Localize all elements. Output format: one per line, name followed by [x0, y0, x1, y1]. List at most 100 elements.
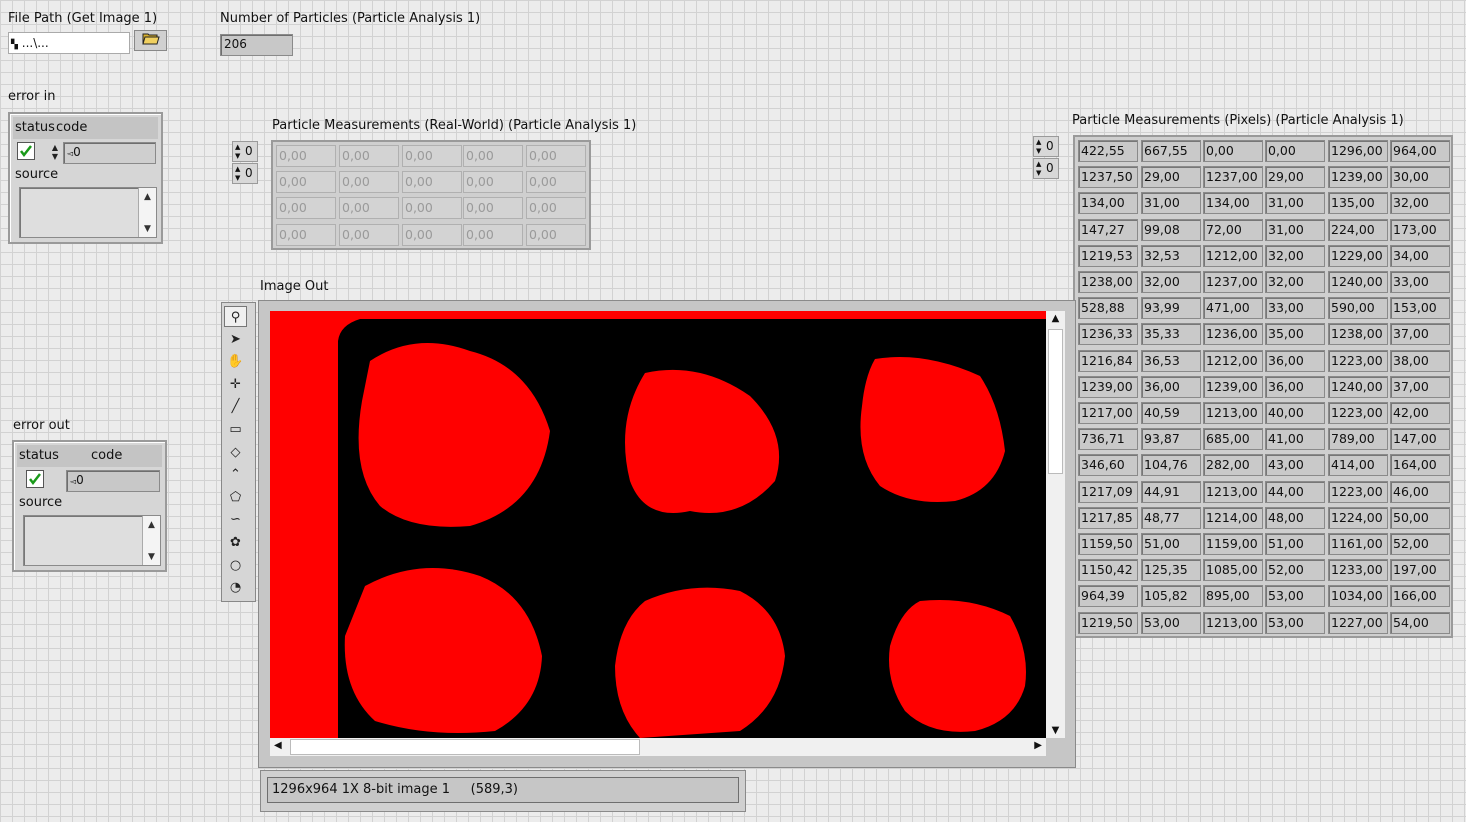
error-in-status-checkbox[interactable] [17, 142, 35, 160]
pixels-cell: 173,00 [1390, 218, 1450, 241]
real_world-cell: 0,00 [276, 171, 336, 194]
scroll-left-icon[interactable]: ◀ [274, 740, 282, 751]
pixels-col-index[interactable]: ▲ ▼ 0 [1033, 158, 1059, 179]
real_world-cell: 0,00 [463, 197, 523, 220]
image-canvas[interactable] [270, 311, 1046, 738]
real_world-cell: 0,00 [526, 223, 586, 246]
real_world-cell: 0,00 [463, 145, 523, 167]
pixels-row-index[interactable]: ▲ ▼ 0 [1033, 136, 1059, 157]
pixels-cell: 964,00 [1390, 140, 1450, 162]
scroll-thumb[interactable] [1048, 329, 1063, 474]
error-out-code-field: ◅0 [66, 470, 160, 492]
error-in-source-field[interactable]: ▲ ▼ [19, 187, 157, 238]
pixels-cell: 685,00 [1203, 428, 1263, 451]
pixels-cell: 32,53 [1141, 244, 1201, 267]
pixels-cell: 147,00 [1390, 428, 1450, 451]
line-icon[interactable]: ╱ [224, 396, 247, 417]
scroll-thumb[interactable] [290, 739, 640, 755]
pixels-cell: 1085,00 [1203, 559, 1263, 582]
pixels-cell: 41,00 [1265, 428, 1325, 451]
pixels-cell: 282,00 [1203, 454, 1263, 477]
scroll-up-icon[interactable]: ▲ [143, 518, 160, 532]
pan-icon[interactable]: ✋ [224, 351, 247, 372]
pixels-cell: 1213,00 [1203, 611, 1263, 634]
error-in-code-field[interactable]: ◅0 [63, 142, 156, 164]
real_world-cell: 0,00 [526, 145, 586, 167]
pixels-cell: 1150,42 [1078, 559, 1138, 582]
pixels-cell: 134,00 [1078, 192, 1138, 215]
error-out-cluster: status code ◅0 source ▲ ▼ [12, 440, 167, 572]
error-in-code-stepper[interactable]: ▲ ▼ [51, 143, 59, 161]
error-in-source-label: source [15, 167, 59, 182]
pixels-cell: 471,00 [1203, 297, 1263, 320]
scroll-right-icon[interactable]: ▶ [1034, 740, 1042, 751]
error-out-code-label: code [91, 448, 123, 463]
pixels-cell: 40,59 [1141, 402, 1201, 424]
pointer-icon[interactable]: ➤ [224, 329, 247, 350]
image-hscroll[interactable]: ◀ ▶ [270, 738, 1046, 756]
polyline-icon[interactable]: ⌃ [224, 464, 247, 485]
rotated-rect-icon[interactable]: ◇ [224, 442, 247, 463]
pixels-cell: 44,91 [1141, 480, 1201, 503]
pixels-cell: 1236,33 [1078, 323, 1138, 346]
scroll-down-icon[interactable]: ▼ [1046, 725, 1065, 736]
real_world-cell: 0,00 [339, 171, 399, 194]
scroll-up-icon[interactable]: ▲ [139, 190, 156, 204]
pixels-cell: 33,00 [1390, 271, 1450, 293]
pixels-cell: 1219,50 [1078, 611, 1138, 634]
pixels-label: Particle Measurements (Pixels) (Particle… [1072, 113, 1404, 128]
error-out-label: error out [13, 418, 70, 433]
freehand-region-icon[interactable]: ✿ [224, 532, 247, 553]
pixels-cell: 125,35 [1141, 559, 1201, 582]
freehand-icon[interactable]: ∽ [224, 509, 247, 530]
pixels-cell: 44,00 [1265, 480, 1325, 503]
pixels-cell: 1159,00 [1203, 533, 1263, 555]
pixels-cell: 1238,00 [1328, 323, 1388, 346]
source-scrollbar[interactable]: ▲ ▼ [142, 516, 160, 565]
pixels-cell: 134,00 [1203, 192, 1263, 215]
pixels-cell: 1238,00 [1078, 271, 1138, 293]
file-path-input[interactable]: ▚ ...\... [8, 32, 130, 54]
scroll-up-icon[interactable]: ▲ [1046, 313, 1065, 324]
pixels-cell: 1233,00 [1328, 559, 1388, 582]
pixels-cell: 166,00 [1390, 585, 1450, 608]
pixels-cell: 72,00 [1203, 218, 1263, 241]
scroll-down-icon[interactable]: ▼ [143, 550, 160, 564]
pixels-cell: 40,00 [1265, 402, 1325, 424]
real-world-col-index[interactable]: ▲ ▼ 0 [232, 163, 258, 184]
pixels-cell: 31,00 [1141, 192, 1201, 215]
image-vscroll[interactable]: ▲ ▼ [1046, 311, 1065, 738]
pixels-cell: 37,00 [1390, 375, 1450, 398]
pixels-cell: 590,00 [1328, 297, 1388, 320]
pixels-cell: 1161,00 [1328, 533, 1388, 555]
real_world-cell: 0,00 [402, 197, 462, 220]
pixels-cell: 1217,85 [1078, 506, 1138, 529]
pixels-cell: 1237,50 [1078, 166, 1138, 189]
point-icon[interactable]: ✛ [224, 374, 247, 395]
pixels-cell: 48,00 [1265, 506, 1325, 529]
pixels-cell: 1217,00 [1078, 402, 1138, 424]
pixels-cell: 31,00 [1265, 192, 1325, 215]
checkmark-icon [20, 145, 32, 158]
real_world-cell: 0,00 [463, 223, 523, 246]
real-world-row-index[interactable]: ▲ ▼ 0 [232, 141, 258, 162]
pixels-cell: 36,00 [1265, 349, 1325, 372]
browse-button[interactable] [134, 30, 167, 51]
pixels-cell: 54,00 [1390, 611, 1450, 634]
polygon-icon[interactable]: ⬠ [224, 487, 247, 508]
pixels-cell: 38,00 [1390, 349, 1450, 372]
pixels-cell: 33,00 [1265, 297, 1325, 320]
zoom-icon[interactable]: ⚲ [224, 306, 247, 327]
pixels-cell: 1237,00 [1203, 166, 1263, 189]
pixels-cell: 93,87 [1141, 428, 1201, 451]
pixels-cell: 1296,00 [1328, 140, 1388, 162]
scroll-down-icon[interactable]: ▼ [139, 222, 156, 236]
pixels-cell: 164,00 [1390, 454, 1450, 477]
annulus-icon[interactable]: ◔ [224, 577, 247, 598]
pixels-cell: 1217,09 [1078, 480, 1138, 503]
pixels-cell: 34,00 [1390, 244, 1450, 267]
rectangle-icon[interactable]: ▭ [224, 419, 247, 440]
error-in-code-label: code [56, 120, 88, 135]
oval-icon[interactable]: ○ [224, 555, 247, 576]
source-scrollbar[interactable]: ▲ ▼ [138, 188, 156, 237]
